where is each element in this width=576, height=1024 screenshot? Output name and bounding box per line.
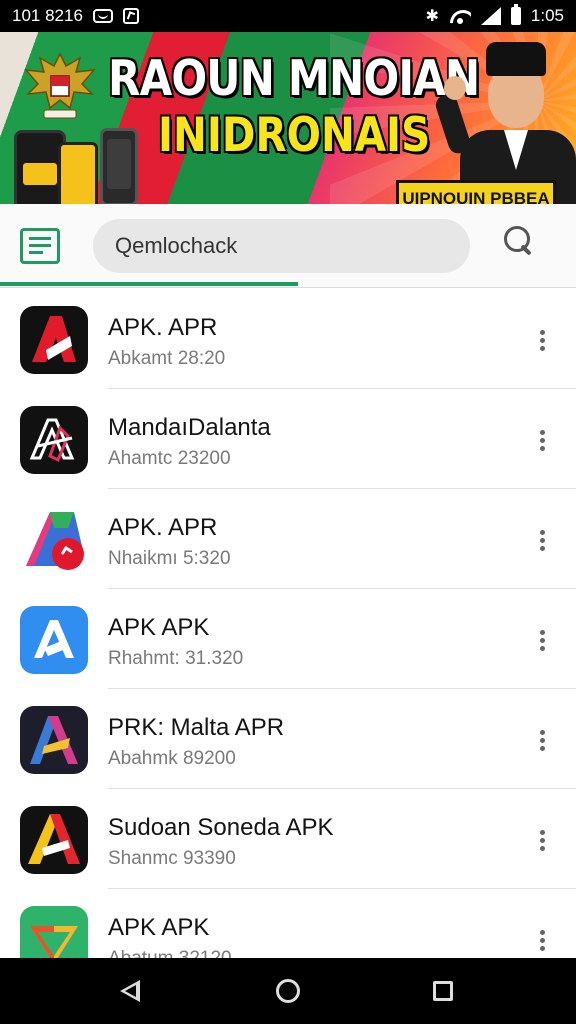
phone-image (100, 128, 138, 204)
divider (108, 588, 576, 589)
banner-subtitle: INIDRONAIS (158, 108, 431, 163)
app-subtitle: Shanmc 93390 (108, 848, 236, 869)
divider (108, 488, 576, 489)
home-icon[interactable] (276, 979, 300, 1003)
list-item[interactable]: APK APK Rhahmt: 31.320 (0, 590, 576, 689)
list-item[interactable]: APK. APR Nhaikmı 5:320 (0, 490, 576, 589)
bluetooth-icon: ✱ (425, 8, 439, 25)
app-subtitle: Rhahmt: 31.320 (108, 648, 244, 669)
more-options-icon[interactable] (532, 326, 552, 356)
status-clock: 1:05 (530, 6, 564, 25)
search-bar: Qemlochack (0, 204, 576, 288)
app-subtitle: Abatum 32120 (108, 948, 232, 958)
promo-banner[interactable]: RAOUN MNOIAN INIDRONAIS UIPNOUIN PBBEA (0, 32, 576, 204)
navigation-bar (0, 958, 576, 1024)
gradient-a-app-icon (20, 706, 88, 774)
app-subtitle: Abahmk 89200 (108, 748, 236, 769)
recents-icon[interactable] (433, 981, 453, 1001)
red-a-app-icon (20, 306, 88, 374)
more-options-icon[interactable] (532, 926, 552, 956)
app-title: APK APK (108, 914, 210, 941)
banner-tag: UIPNOUIN PBBEA (396, 180, 556, 204)
search-input[interactable]: Qemlochack (93, 219, 470, 273)
list-item[interactable]: MandaıDalanta Ahamtc 23200 (0, 390, 576, 489)
colorful-a-app-icon (20, 506, 88, 574)
list-item[interactable]: PRK: Malta APR Abahmk 89200 (0, 690, 576, 789)
app-subtitle: Abkamt 28:20 (108, 348, 226, 369)
wifi-icon (449, 8, 471, 24)
garuda-emblem-icon (24, 52, 96, 119)
tab-indicator (0, 282, 298, 286)
green-a-app-icon (20, 906, 88, 958)
app-title: APK. APR (108, 514, 218, 541)
battery-icon (510, 4, 521, 25)
message-icon (92, 9, 113, 23)
app-subtitle: Nhaikmı 5:320 (108, 548, 231, 569)
status-bar: 101 8216 ✱ 1:05 (0, 0, 576, 32)
search-icon[interactable] (504, 226, 534, 258)
phone-image (58, 142, 98, 204)
banner-title: RAOUN MNOIAN (108, 50, 480, 107)
app-title: APK APK (108, 614, 210, 641)
black-ad-app-icon (20, 406, 88, 474)
app-title: MandaıDalanta (108, 414, 271, 441)
notification-icon (122, 8, 139, 24)
app-title: PRK: Malta APR (108, 714, 285, 741)
divider (108, 388, 576, 389)
divider (108, 788, 576, 789)
more-options-icon[interactable] (532, 726, 552, 756)
black-yellow-a-app-icon (20, 806, 88, 874)
app-title: Sudoan Soneda APK (108, 814, 334, 841)
more-options-icon[interactable] (532, 826, 552, 856)
more-options-icon[interactable] (532, 526, 552, 556)
app-list: APK. APR Abkamt 28:20 MandaıDalanta Aham… (0, 290, 576, 958)
status-time: 101 8216 (12, 6, 83, 25)
list-item[interactable]: APK. APR Abkamt 28:20 (0, 290, 576, 389)
list-item[interactable]: Sudoan Soneda APK Shanmc 93390 (0, 790, 576, 889)
app-title: APK. APR (108, 314, 218, 341)
divider (108, 888, 576, 889)
more-options-icon[interactable] (532, 426, 552, 456)
more-options-icon[interactable] (532, 626, 552, 656)
divider (108, 688, 576, 689)
back-icon[interactable] (120, 980, 140, 1002)
list-item[interactable]: APK APK Abatum 32120 (0, 890, 576, 958)
blue-a-app-icon (20, 606, 88, 674)
signal-icon (480, 7, 501, 25)
app-subtitle: Ahamtc 23200 (108, 448, 231, 469)
list-menu-icon[interactable] (20, 228, 60, 264)
